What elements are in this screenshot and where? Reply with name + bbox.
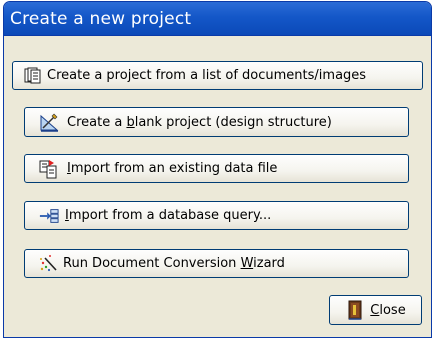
close-button[interactable]: Close <box>329 295 422 325</box>
design-ruler-icon <box>39 112 59 132</box>
create-from-list-label: Create a project from a list of document… <box>47 68 367 83</box>
import-database-query-label: Import from a database query... <box>65 208 272 223</box>
door-exit-icon <box>345 300 365 320</box>
dialog-title: Create a new project <box>10 8 192 29</box>
create-blank-project-button[interactable]: Create a blank project (design structure… <box>24 107 409 137</box>
import-database-query-button[interactable]: Import from a database query... <box>24 201 409 230</box>
dialog-titlebar: Create a new project <box>4 2 431 36</box>
database-query-icon <box>39 206 59 226</box>
create-from-list-button[interactable]: Create a project from a list of document… <box>12 61 423 90</box>
close-label: Close <box>370 302 406 318</box>
create-blank-project-label: Create a blank project (design structure… <box>67 114 332 130</box>
create-project-dialog: Create a new project Create a project fr… <box>3 1 432 338</box>
documents-stack-icon <box>23 66 43 86</box>
wizard-wand-icon <box>39 254 59 274</box>
import-data-file-button[interactable]: Import from an existing data file <box>24 154 409 183</box>
run-conversion-wizard-button[interactable]: Run Document Conversion Wizard <box>24 249 409 278</box>
run-conversion-wizard-label: Run Document Conversion Wizard <box>63 256 285 271</box>
import-file-icon <box>39 159 59 179</box>
import-data-file-label: Import from an existing data file <box>67 161 278 176</box>
